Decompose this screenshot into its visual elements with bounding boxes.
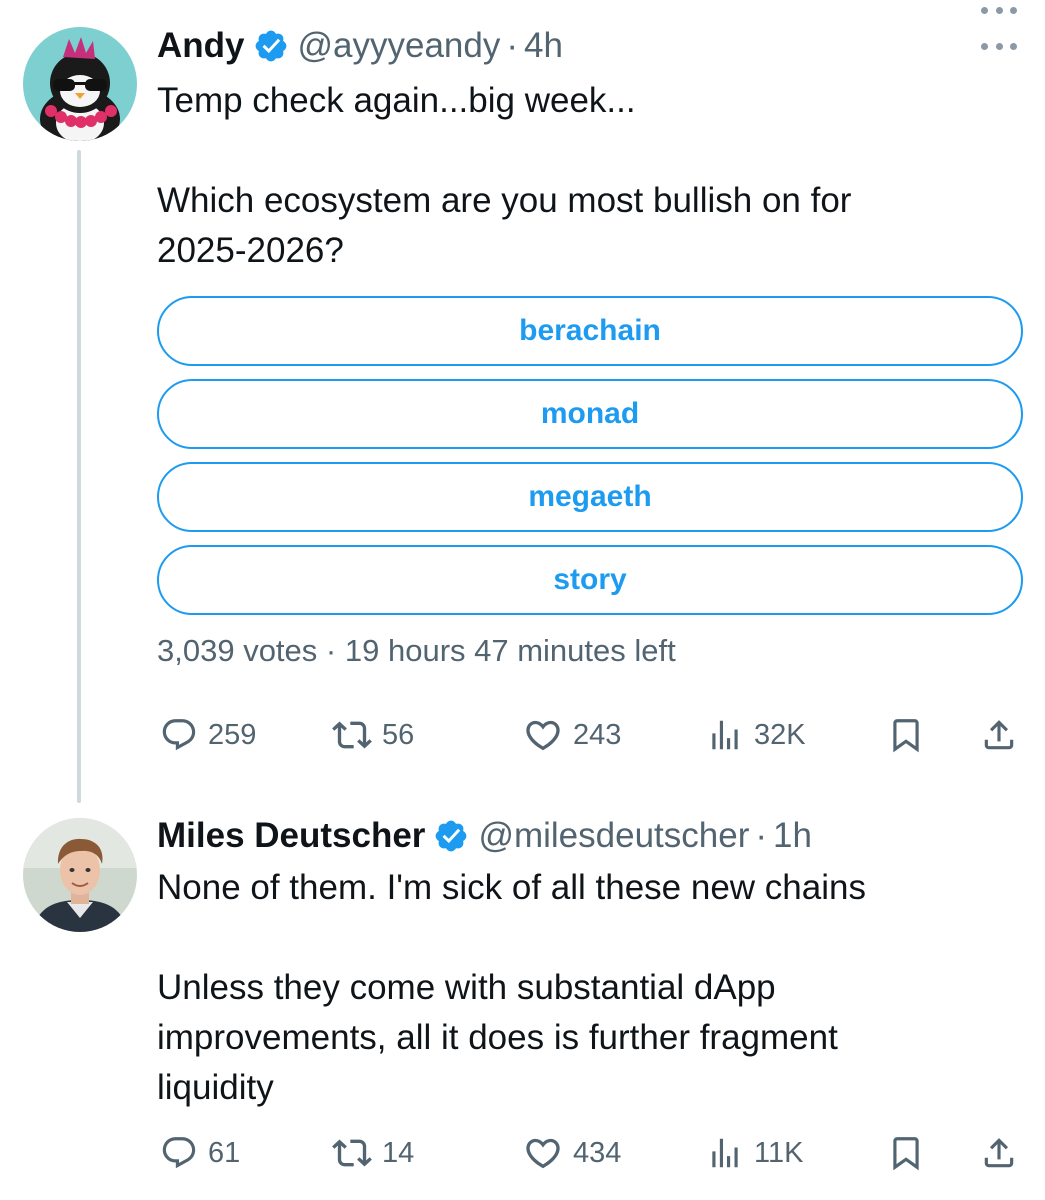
like-button[interactable]: 243 <box>523 710 621 760</box>
avatar[interactable] <box>23 27 137 141</box>
tweet-miles[interactable]: Miles Deutscher @milesdeutscher · 1h Non… <box>0 800 1045 1200</box>
tweet-text: None of them. I'm sick of all these new … <box>157 863 1017 1113</box>
poll-meta: 3,039 votes · 19 hours 47 minutes left <box>157 633 676 669</box>
repost-button[interactable]: 56 <box>332 710 414 760</box>
like-button[interactable]: 434 <box>523 1128 621 1178</box>
reply-icon <box>162 719 196 751</box>
timestamp[interactable]: 1h <box>773 816 812 856</box>
action-bar: 61 14 434 11K <box>157 1128 1027 1178</box>
tweet-text: Temp check again...big week... Which eco… <box>157 76 1017 276</box>
bookmark-button[interactable] <box>887 710 925 760</box>
repost-count: 56 <box>382 718 415 751</box>
views-chart-icon <box>712 1138 738 1168</box>
bookmark-icon <box>893 719 919 753</box>
tweet-text-line: liquidity <box>157 1068 274 1107</box>
poll-option-megaeth[interactable]: megaeth <box>157 462 1023 532</box>
tweet-text-line: Temp check again...big week... <box>157 81 636 120</box>
avatar[interactable] <box>23 818 137 932</box>
bookmark-icon <box>893 1137 919 1171</box>
profile-photo-avatar-icon <box>23 818 137 932</box>
tweet-header: Miles Deutscher @milesdeutscher · 1h <box>157 814 812 858</box>
repost-icon <box>332 1139 372 1167</box>
views-button[interactable]: 32K <box>706 710 806 760</box>
separator-dot: · <box>325 633 337 668</box>
share-button[interactable] <box>980 1128 1018 1178</box>
like-count: 434 <box>573 1136 622 1169</box>
poll-option-story[interactable]: story <box>157 545 1023 615</box>
tweet-text-line: None of them. I'm sick of all these new … <box>157 868 866 907</box>
poll-time-left: 19 hours 47 minutes left <box>344 633 676 668</box>
reply-count: 259 <box>208 718 257 751</box>
author-name[interactable]: Miles Deutscher <box>157 816 425 856</box>
like-count: 243 <box>573 718 622 751</box>
more-options-icon[interactable] <box>981 0 1017 20</box>
share-icon <box>984 720 1014 750</box>
penguin-avatar-icon <box>23 27 137 141</box>
separator-dot: · <box>755 816 768 855</box>
share-button[interactable] <box>980 710 1018 760</box>
repost-button[interactable]: 14 <box>332 1128 414 1178</box>
views-chart-icon <box>712 720 738 750</box>
tweet-text-line: Which ecosystem are you most bullish on … <box>157 181 852 220</box>
tweet-text-line: improvements, all it does is further fra… <box>157 1018 838 1057</box>
tweet-andy[interactable]: Andy @ayyyeandy · 4h Temp check again...… <box>0 0 1045 803</box>
thread-connector-line <box>77 150 81 803</box>
author-name[interactable]: Andy <box>157 26 245 66</box>
poll-option-monad[interactable]: monad <box>157 379 1023 449</box>
separator-dot: · <box>506 26 519 65</box>
reply-icon <box>162 1137 196 1169</box>
action-bar: 259 56 243 32K <box>157 710 1027 760</box>
views-count: 11K <box>754 1136 804 1169</box>
reply-button[interactable]: 61 <box>160 1128 240 1178</box>
tweet-text-line <box>157 913 1017 963</box>
bookmark-button[interactable] <box>887 1128 925 1178</box>
heart-icon <box>526 720 560 751</box>
heart-icon <box>526 1138 560 1169</box>
views-count: 32K <box>754 718 806 751</box>
tweet-header: Andy @ayyyeandy · 4h <box>157 24 563 68</box>
poll-option-berachain[interactable]: berachain <box>157 296 1023 366</box>
views-button[interactable]: 11K <box>706 1128 803 1178</box>
reply-count: 61 <box>208 1136 241 1169</box>
reply-button[interactable]: 259 <box>160 710 256 760</box>
author-handle[interactable]: @milesdeutscher <box>478 816 749 856</box>
poll-votes: 3,039 votes <box>157 633 318 668</box>
share-icon <box>984 1138 1014 1168</box>
poll: berachain monad megaeth story <box>157 296 1023 628</box>
more-options-icon[interactable] <box>981 36 1017 56</box>
verified-badge-icon <box>433 818 469 854</box>
repost-icon <box>332 721 372 749</box>
tweet-text-line: 2025-2026? <box>157 231 344 270</box>
tweet-text-line: Unless they come with substantial dApp <box>157 968 776 1007</box>
author-handle[interactable]: @ayyyeandy <box>298 26 501 66</box>
tweet-text-line <box>157 126 1017 176</box>
repost-count: 14 <box>382 1136 415 1169</box>
timestamp[interactable]: 4h <box>524 26 563 66</box>
verified-badge-icon <box>253 28 289 64</box>
